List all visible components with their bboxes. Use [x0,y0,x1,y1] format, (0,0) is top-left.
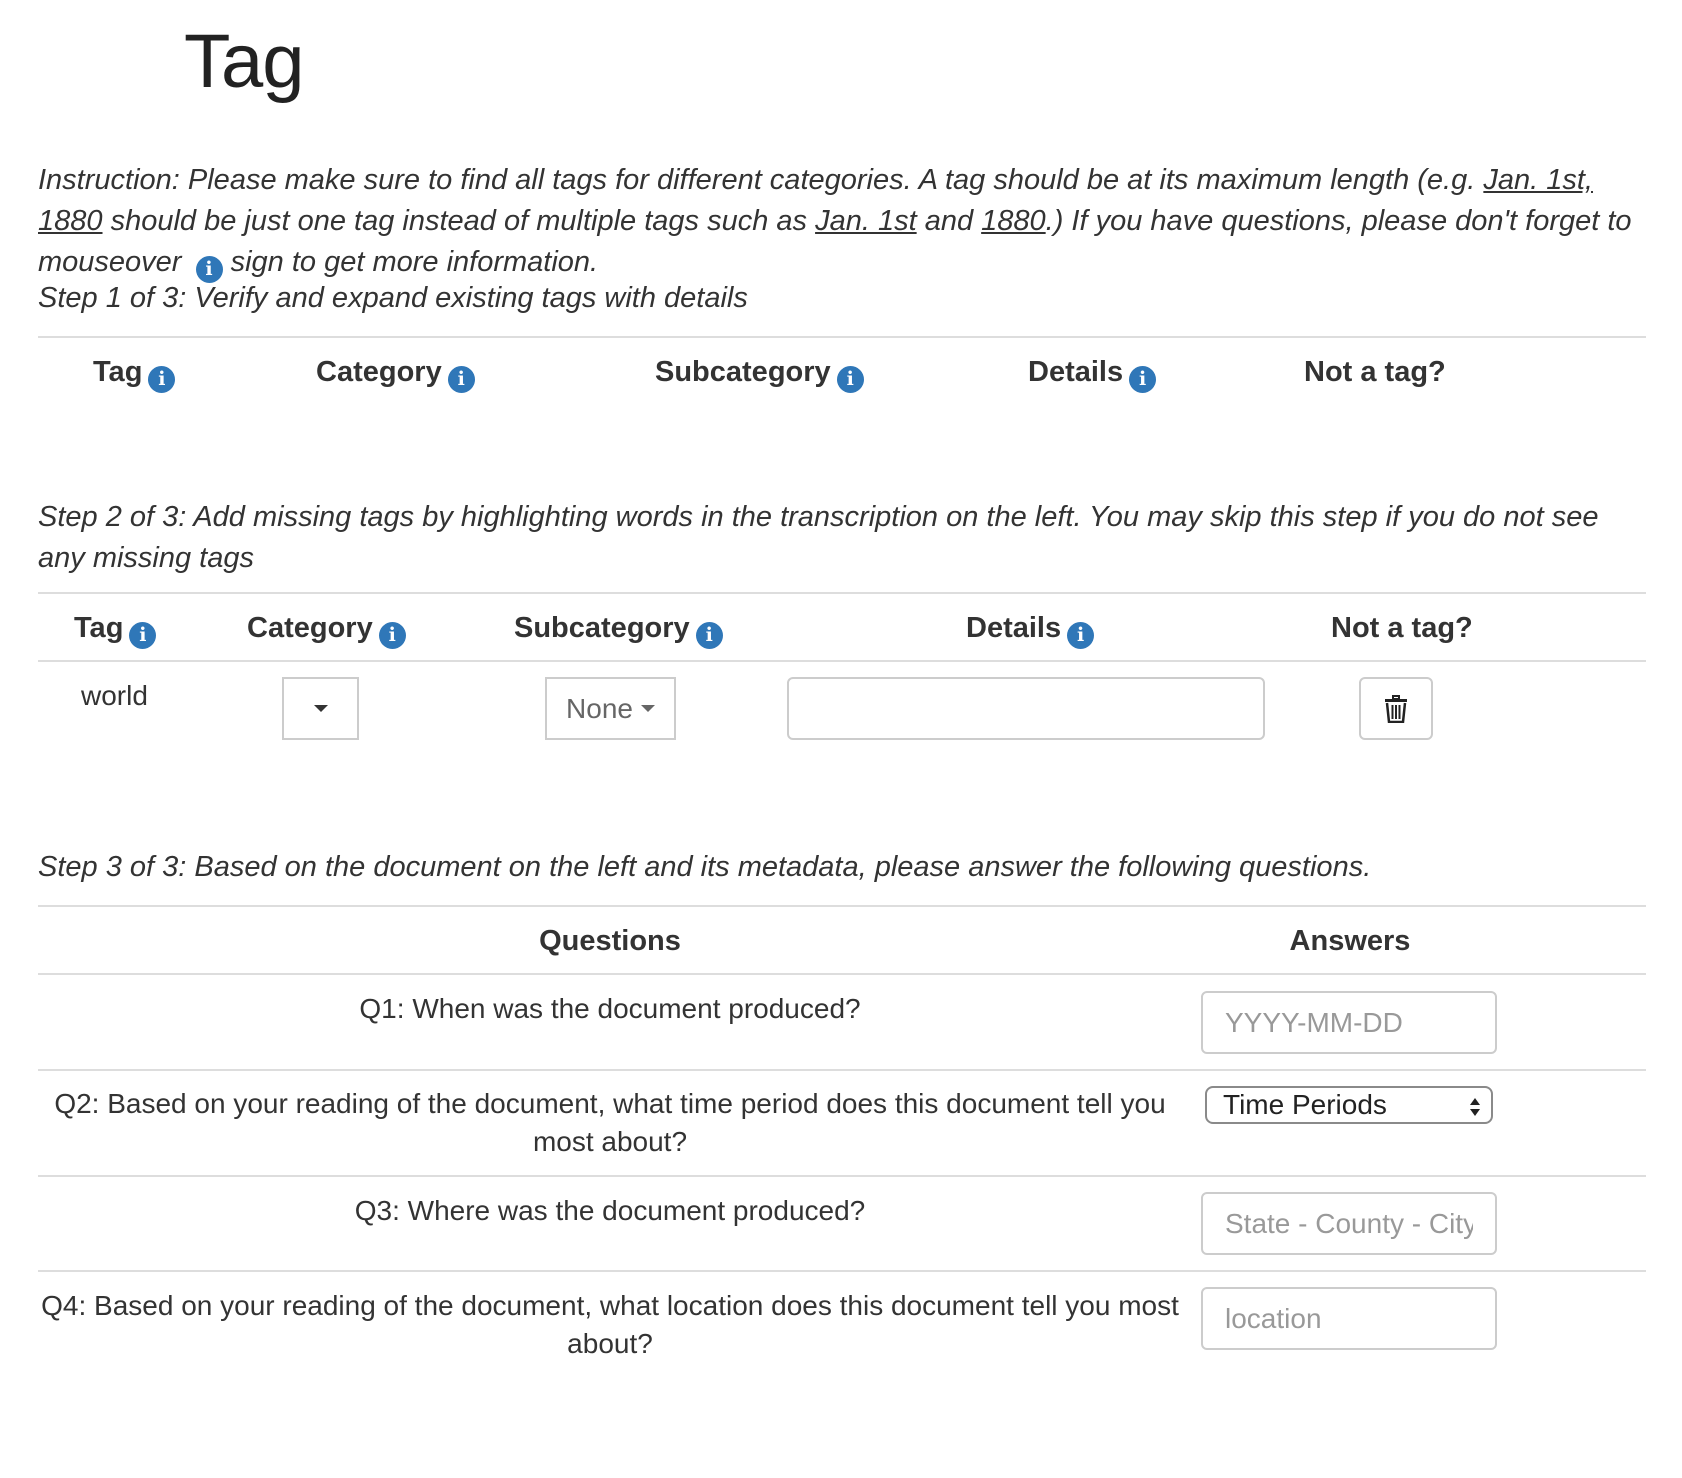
caret-down-icon [313,705,328,712]
question-4: Q4: Based on your reading of the documen… [41,1290,1179,1359]
details-input[interactable] [787,677,1265,740]
caret-down-icon [640,705,655,712]
info-icon[interactable]: i [1129,366,1157,393]
example-partial-tag-year: 1880 [981,205,1046,237]
subcategory-dropdown[interactable]: None [545,677,676,740]
location-input[interactable] [1201,1287,1497,1350]
col-questions: Questions [539,925,681,957]
step1-col-tag: Tag i [93,354,176,393]
info-icon[interactable]: i [695,622,723,649]
step2-col-subcategory: Subcategory i [514,610,723,649]
step2-title: Step 2 of 3: Add missing tags by highlig… [38,501,1599,574]
step2-col-category: Category i [247,610,406,649]
divider [38,336,1646,338]
category-dropdown[interactable] [282,677,359,740]
info-icon[interactable]: i [836,366,864,393]
question-1: Q1: When was the document produced? [359,993,861,1024]
trash-icon [1385,694,1407,723]
step1-title: Step 1 of 3: Verify and expand existing … [38,282,748,314]
step1-col-details: Details i [1028,354,1157,393]
step2-col-not-tag: Not a tag? [1331,612,1473,644]
select-arrows-icon [1470,1098,1480,1116]
divider [38,1069,1646,1071]
delete-tag-button[interactable] [1359,677,1433,740]
question-3: Q3: Where was the document produced? [354,1195,866,1226]
divider [38,1270,1646,1272]
question-2: Q2: Based on your reading of the documen… [54,1088,1166,1157]
info-icon[interactable]: i [447,366,475,393]
example-partial-tag-date: Jan. 1st [815,205,917,237]
step1-col-not-tag: Not a tag? [1304,356,1446,388]
divider [38,660,1646,662]
tag-word: world [81,680,148,711]
divider [38,973,1646,975]
col-answers: Answers [1289,925,1411,957]
info-icon[interactable]: i [378,622,406,649]
step1-col-subcategory: Subcategory i [655,354,864,393]
info-icon[interactable]: i [148,366,176,393]
step1-col-category: Category i [316,354,475,393]
time-period-select[interactable]: Time Periods [1205,1086,1493,1124]
page-title: Tag [184,19,305,104]
instruction-text: Instruction: Please make sure to find al… [38,160,1646,283]
info-icon[interactable]: i [129,622,157,649]
step2-col-tag: Tag i [74,610,157,649]
info-icon[interactable]: i [1067,622,1095,649]
divider [38,592,1646,594]
divider [38,1175,1646,1177]
place-produced-input[interactable] [1201,1192,1497,1255]
step3-title: Step 3 of 3: Based on the document on th… [38,851,1372,883]
divider [38,905,1646,907]
step2-col-details: Details i [966,610,1095,649]
date-produced-input[interactable] [1201,991,1497,1054]
